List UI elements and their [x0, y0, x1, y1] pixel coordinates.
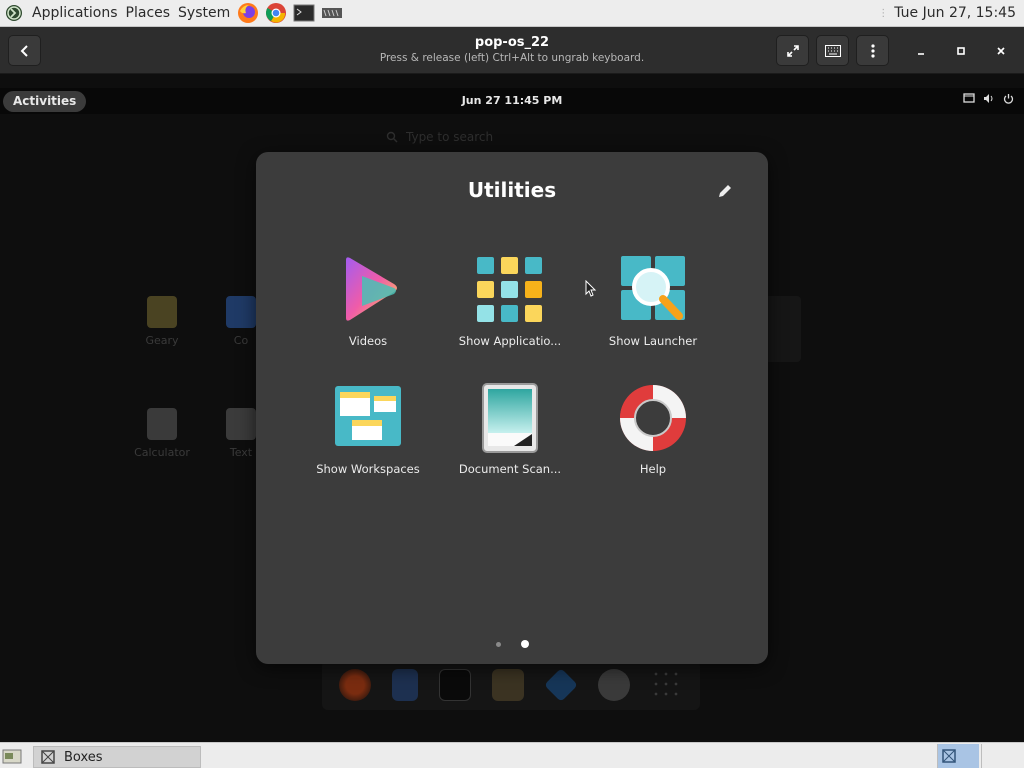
search-field[interactable]: Type to search — [386, 130, 493, 144]
boxes-window-icon — [41, 750, 55, 764]
workspace-window-icon — [942, 749, 956, 763]
maximize-icon — [957, 47, 965, 55]
app-label: Show Workspaces — [316, 462, 420, 476]
guest-system-tray[interactable] — [963, 93, 1014, 104]
geary-icon — [147, 296, 177, 328]
menu-system[interactable]: System — [174, 5, 234, 21]
text-editor-icon — [226, 408, 256, 440]
distro-logo-icon[interactable] — [3, 2, 25, 24]
app-label: Show Launcher — [608, 334, 698, 348]
dock-app-grid-icon[interactable] — [651, 669, 684, 701]
help-icon — [617, 382, 689, 454]
folder-title[interactable]: Utilities — [256, 178, 768, 202]
calculator-icon — [147, 408, 177, 440]
host-clock[interactable]: Tue Jun 27, 15:45 — [894, 5, 1016, 21]
page-dot-1[interactable] — [495, 641, 501, 647]
chrome-launcher-icon[interactable] — [265, 2, 287, 24]
show-applications-icon — [474, 254, 546, 326]
close-icon — [997, 47, 1005, 55]
power-icon — [1003, 94, 1014, 104]
dock-pop-shop-icon[interactable] — [544, 668, 579, 702]
dock-terminal-icon[interactable] — [438, 669, 471, 701]
dock-files-icon[interactable] — [391, 669, 418, 701]
app-tile-document-scanner[interactable]: Document Scan... — [450, 382, 570, 476]
host-top-panel: Applications Places System ⋮ Tue Jun 27,… — [0, 0, 1024, 27]
vm-display[interactable]: Activities Jun 27 11:45 PM Type to searc… — [0, 74, 1024, 742]
app-label: Videos — [348, 334, 388, 348]
keyboard-icon — [824, 44, 841, 57]
app-tile-show-workspaces[interactable]: Show Workspaces — [308, 382, 428, 476]
host-bottom-panel: Boxes — [0, 742, 1024, 768]
bg-app-partial[interactable]: Co — [226, 296, 256, 347]
pencil-icon — [719, 185, 731, 197]
page-dot-2-active[interactable] — [520, 640, 529, 648]
edit-folder-button[interactable] — [716, 182, 734, 200]
taskbar-window-boxes[interactable]: Boxes — [33, 746, 201, 768]
guest-top-bar: Activities Jun 27 11:45 PM — [0, 88, 1024, 114]
boxes-headerbar: pop-os_22 Press & release (left) Ctrl+Al… — [0, 27, 1024, 74]
app-tile-show-launcher[interactable]: Show Launcher — [593, 254, 713, 348]
document-scanner-icon — [474, 382, 546, 454]
close-button[interactable] — [991, 41, 1011, 61]
bg-app-label: Co — [233, 334, 249, 347]
workspace-2[interactable] — [981, 744, 1023, 768]
videos-icon — [332, 254, 404, 326]
bg-app-label: Text — [229, 446, 253, 459]
keyboard-button[interactable] — [816, 35, 849, 66]
dock-settings-icon[interactable] — [598, 669, 631, 701]
search-placeholder: Type to search — [406, 130, 494, 144]
dock-firefox-icon[interactable] — [338, 669, 371, 701]
app-tile-help[interactable]: Help — [593, 382, 713, 476]
show-desktop-icon — [2, 749, 22, 764]
guest-clock[interactable]: Jun 27 11:45 PM — [0, 94, 1024, 107]
bg-app-text-editor[interactable]: Text — [226, 408, 256, 459]
kebab-menu-icon — [870, 43, 875, 58]
panel-handle-icon: ⋮ — [878, 7, 889, 19]
app-label: Help — [639, 462, 667, 476]
bg-app-calculator[interactable]: Calculator — [132, 408, 192, 459]
search-icon — [386, 131, 398, 143]
terminal-launcher-icon[interactable] — [293, 2, 315, 24]
volume-icon — [984, 94, 993, 103]
app-tile-show-applications[interactable]: Show Applicatio... — [450, 254, 570, 348]
dock — [322, 660, 700, 710]
app-icon — [226, 296, 256, 328]
bg-app-label: Calculator — [134, 446, 190, 459]
workspace-1[interactable] — [937, 744, 979, 768]
minimize-icon — [918, 53, 924, 55]
show-workspaces-icon — [332, 382, 404, 454]
bg-app-label: Geary — [145, 334, 179, 347]
boxes-launcher-icon[interactable] — [321, 2, 343, 24]
fullscreen-icon — [786, 44, 799, 57]
firefox-launcher-icon[interactable] — [237, 2, 259, 24]
menu-places[interactable]: Places — [122, 5, 175, 21]
fullscreen-button[interactable] — [776, 35, 809, 66]
page-indicator — [256, 640, 768, 648]
mouse-cursor-icon — [585, 280, 597, 297]
bg-app-geary[interactable]: Geary — [132, 296, 192, 347]
taskbar-window-label: Boxes — [64, 749, 103, 765]
maximize-button[interactable] — [951, 41, 971, 61]
display-icon — [963, 93, 975, 103]
app-tile-videos[interactable]: Videos — [308, 254, 428, 348]
menu-button[interactable] — [856, 35, 889, 66]
dock-text-editor-icon[interactable] — [491, 669, 524, 701]
app-label: Document Scan... — [458, 462, 562, 476]
show-desktop-button[interactable] — [2, 747, 22, 765]
utilities-folder-popup: Utilities Videos Show Applicatio... Show… — [256, 152, 768, 664]
minimize-button[interactable] — [911, 41, 931, 61]
show-launcher-icon — [617, 254, 689, 326]
menu-applications[interactable]: Applications — [28, 5, 122, 21]
app-label: Show Applicatio... — [458, 334, 562, 348]
